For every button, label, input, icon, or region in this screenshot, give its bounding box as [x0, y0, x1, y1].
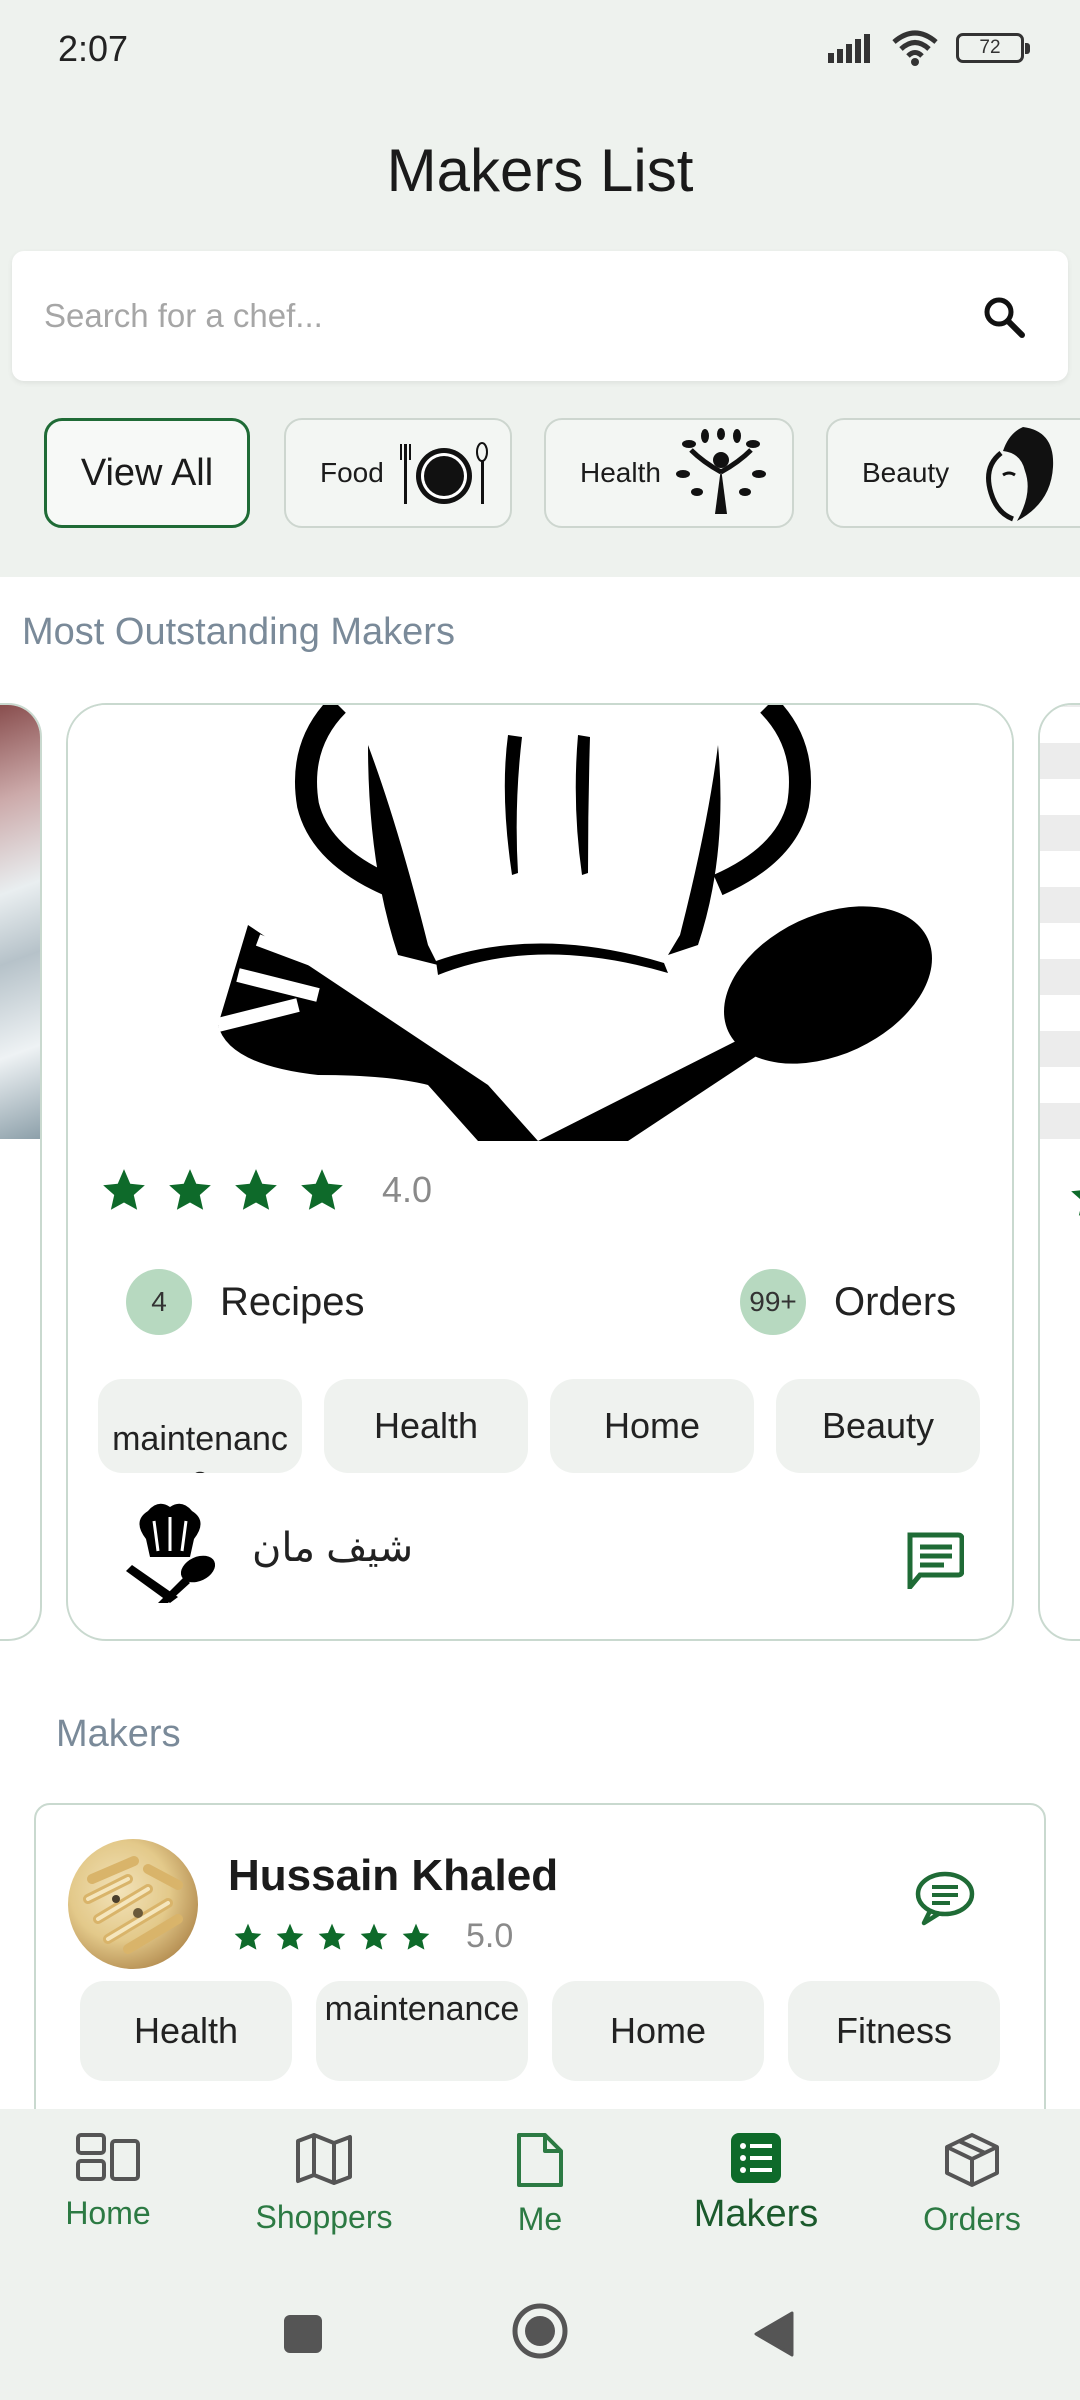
pasta-image [83, 1856, 183, 1954]
chip-label: Health [580, 457, 661, 488]
avatar [126, 1503, 216, 1603]
nav-orders[interactable]: Orders [882, 2131, 1062, 2238]
star-icon [103, 1169, 145, 1210]
recipes-stat: 4 Recipes [126, 1269, 365, 1335]
star-icon [360, 1923, 388, 1950]
maker-rating: 5.0 [232, 1917, 513, 1956]
nav-me[interactable]: Me [450, 2131, 630, 2238]
maker-name: شيف مان [252, 1526, 414, 1570]
system-nav-bar [0, 2269, 1080, 2400]
content-area: Most Outstanding Makers 4.0 4 Recipes 99… [0, 577, 1080, 2109]
search-input[interactable] [44, 251, 924, 381]
tag-home: Home [552, 1981, 764, 2081]
maker-name: Hussain Khaled [228, 1851, 559, 1900]
home-button[interactable] [510, 2301, 570, 2361]
tag-maintenance: maintenance [98, 1379, 302, 1473]
section-title-makers: Makers [56, 1713, 181, 1755]
recipes-label: Recipes [220, 1279, 365, 1324]
nav-home[interactable]: Home [18, 2131, 198, 2232]
chip-label: View All [80, 451, 214, 494]
star-icon [234, 1923, 262, 1950]
signal-icon [828, 34, 870, 63]
maker-card-prev[interactable] [0, 703, 42, 1641]
section-title-outstanding: Most Outstanding Makers [22, 611, 455, 653]
tag-home: Home [550, 1379, 754, 1473]
document-icon [517, 2133, 563, 2187]
nav-label: Home [65, 2195, 151, 2231]
list-icon [731, 2133, 781, 2183]
maker-image [0, 705, 40, 1139]
recents-button[interactable] [282, 2313, 324, 2355]
star-icon [235, 1169, 277, 1210]
chef-hat-logo-image [68, 705, 1012, 1141]
chip-label: Beauty [862, 457, 950, 488]
orders-label: Orders [834, 1279, 957, 1324]
star-icon [301, 1169, 343, 1210]
status-bar: 2:07 72 [0, 0, 1080, 100]
rating-value: 4.0 [382, 1169, 433, 1210]
maker-image [1040, 705, 1080, 1139]
back-button[interactable] [752, 2309, 796, 2359]
category-chips: View All Food Health Beauty [44, 418, 1080, 528]
chip-label: Food [320, 457, 384, 488]
plate-cutlery-icon [399, 442, 488, 504]
woman-face-icon [986, 427, 1054, 522]
nav-label: Me [517, 2201, 563, 2237]
map-icon [296, 2133, 352, 2185]
dashboard-icon [76, 2133, 140, 2181]
featured-maker-card[interactable]: 4.0 4 Recipes 99+ Orders maintenance Hea… [66, 703, 1014, 1641]
nav-label: Makers [693, 2193, 819, 2235]
status-icons: 72 [828, 30, 1030, 66]
star-icon [318, 1923, 346, 1950]
wifi-icon [892, 30, 938, 66]
star-icon [402, 1923, 430, 1950]
tag-maintenance: maintenance [316, 1981, 528, 2081]
chip-food[interactable]: Food [284, 418, 512, 528]
star-icon [169, 1169, 211, 1210]
chip-health[interactable]: Health [544, 418, 794, 528]
nav-shoppers[interactable]: Shoppers [234, 2131, 414, 2236]
maker-card-next[interactable] [1038, 703, 1080, 1641]
featured-rating: 4.0 [98, 1165, 432, 1215]
nav-label: Orders [923, 2201, 1021, 2237]
search-bar [12, 251, 1068, 381]
tree-person-icon [675, 428, 766, 514]
box-icon [945, 2133, 999, 2187]
chip-view-all[interactable]: View All [44, 418, 250, 528]
maker-list-item[interactable]: Hussain Khaled 5.0 Health maintenance Ho… [34, 1803, 1046, 2109]
recipes-count-badge: 4 [126, 1269, 192, 1335]
page-title: Makers List [386, 137, 694, 204]
chat-icon[interactable] [914, 1869, 976, 1927]
tag-beauty: Beauty [776, 1379, 980, 1473]
nav-label: Shoppers [255, 2199, 393, 2235]
orders-stat: 99+ Orders [740, 1269, 956, 1335]
star-icon [1071, 1190, 1080, 1216]
nav-makers[interactable]: Makers [666, 2131, 846, 2236]
chip-beauty[interactable]: Beauty [826, 418, 1080, 528]
orders-count-badge: 99+ [740, 1269, 806, 1335]
avatar [68, 1839, 198, 1969]
tag-health: Health [324, 1379, 528, 1473]
search-icon[interactable] [982, 295, 1026, 339]
tag-health: Health [80, 1981, 292, 2081]
bottom-nav: Home Shoppers Me Makers Orders [0, 2109, 1080, 2269]
tag-fitness: Fitness [788, 1981, 1000, 2081]
status-time: 2:07 [58, 28, 129, 69]
rating-value: 5.0 [466, 1917, 514, 1955]
battery-icon: 72 [956, 33, 1030, 63]
star-icon [276, 1923, 304, 1950]
message-icon[interactable] [904, 1531, 964, 1589]
